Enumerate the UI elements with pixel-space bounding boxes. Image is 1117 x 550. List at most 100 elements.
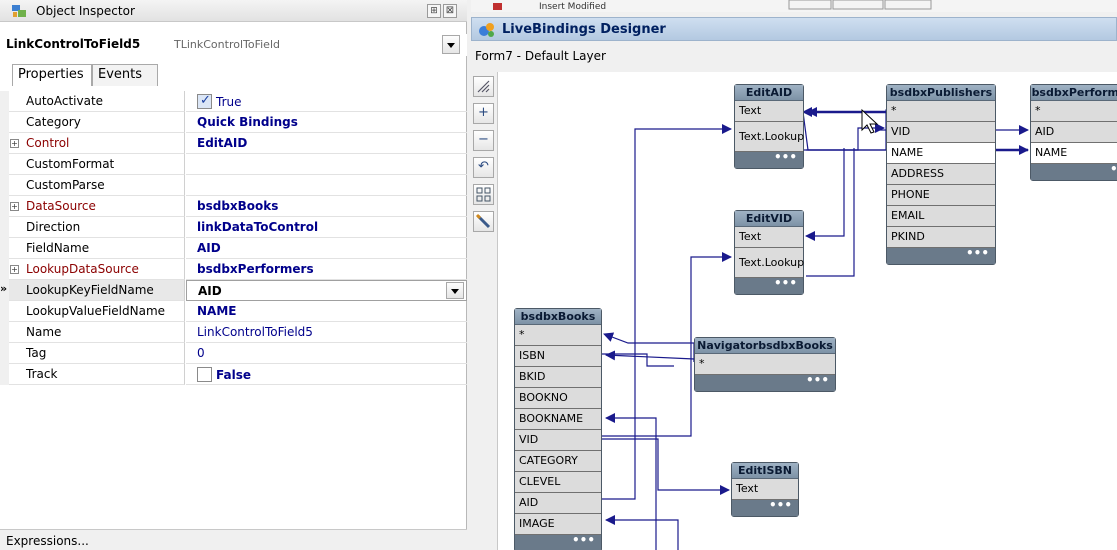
node-field[interactable]: EMAIL <box>887 206 995 227</box>
close-icon[interactable]: ⊠ <box>443 4 457 18</box>
link-to-bookname[interactable] <box>605 413 657 550</box>
checkbox-unchecked[interactable] <box>197 367 212 382</box>
node-navigatorbsdbxbooks[interactable]: NavigatorbsdbxBooks * ••• <box>694 337 836 392</box>
property-value[interactable] <box>186 154 467 175</box>
node-field[interactable]: NAME <box>887 143 995 164</box>
property-value[interactable]: ✓ True <box>186 91 467 112</box>
property-row-control[interactable]: + Control EditAID <box>0 133 467 154</box>
component-dropdown-button[interactable] <box>442 35 460 54</box>
property-value[interactable]: bsdbxPerformers <box>186 259 467 280</box>
node-field-textlookup[interactable]: Text.Lookup <box>735 248 804 278</box>
node-field[interactable]: ISBN <box>515 346 601 367</box>
node-field[interactable]: BOOKNO <box>515 388 601 409</box>
property-value[interactable]: LinkControlToField5 <box>186 322 467 343</box>
node-field[interactable]: * <box>887 101 995 122</box>
node-field[interactable]: CLEVEL <box>515 472 601 493</box>
node-field[interactable]: * <box>695 354 835 375</box>
node-menu-button[interactable]: ••• <box>515 534 601 550</box>
link-editvid-lookup[interactable] <box>806 148 855 277</box>
property-name: + Control <box>9 133 185 154</box>
node-title: EditVID <box>735 211 803 227</box>
node-menu-button[interactable]: ••• <box>887 247 995 264</box>
property-row-fieldname[interactable]: FieldName AID <box>0 238 467 259</box>
node-field[interactable]: VID <box>887 122 995 143</box>
property-name: Tag <box>9 343 185 364</box>
property-row-tag[interactable]: Tag 0 <box>0 343 467 364</box>
property-value[interactable]: linkDataToControl <box>186 217 467 238</box>
link-to-editvid-text[interactable] <box>805 148 845 241</box>
property-row-name[interactable]: Name LinkControlToField5 <box>0 322 467 343</box>
tab-events[interactable]: Events <box>92 64 158 86</box>
designer-canvas[interactable]: EditAID Text Text.Lookup ••• EditVID Tex… <box>497 72 1117 550</box>
node-field-text[interactable]: Text <box>735 101 803 122</box>
property-value[interactable]: NAME <box>186 301 467 322</box>
property-value[interactable]: Quick Bindings <box>186 112 467 133</box>
expand-icon[interactable]: + <box>10 139 19 148</box>
node-editvid[interactable]: EditVID Text Text.Lookup ••• <box>734 210 804 295</box>
node-editisbn[interactable]: EditISBN Text ••• <box>731 462 799 517</box>
property-name: Name <box>9 322 185 343</box>
property-row-lookupkeyfieldname[interactable]: » LookupKeyFieldName AID <box>0 280 467 301</box>
checkbox-checked[interactable]: ✓ <box>197 93 212 109</box>
wizard-icon[interactable] <box>473 211 494 232</box>
zoom-fit-icon[interactable] <box>473 76 494 97</box>
property-row-track[interactable]: Track False <box>0 364 467 385</box>
pin-icon[interactable]: ⊞ <box>427 4 441 18</box>
node-bsdbxpublishers[interactable]: bsdbxPublishers * VID NAME ADDRESS PHONE… <box>886 84 996 265</box>
link-navigator-to-isbn[interactable] <box>605 350 695 362</box>
node-field[interactable]: AID <box>1031 122 1117 143</box>
node-bsdbxperformers[interactable]: bsdbxPerformers * AID NAME ••• <box>1030 84 1117 181</box>
expressions-link[interactable]: Expressions... <box>0 529 467 550</box>
node-menu-button[interactable]: ••• <box>1031 163 1117 180</box>
node-field-text[interactable]: Text <box>735 227 803 248</box>
node-field[interactable]: PKIND <box>887 227 995 248</box>
node-field[interactable]: VID <box>515 430 601 451</box>
property-row-category[interactable]: Category Quick Bindings <box>0 112 467 133</box>
property-row-autoactivate[interactable]: AutoActivate ✓ True <box>0 91 467 112</box>
node-field-textlookup[interactable]: Text.Lookup <box>735 122 804 152</box>
property-value[interactable]: bsdbxBooks <box>186 196 467 217</box>
node-field[interactable]: CATEGORY <box>515 451 601 472</box>
layout-icon[interactable] <box>473 184 494 205</box>
property-value[interactable]: AID <box>186 238 467 259</box>
property-row-direction[interactable]: Direction linkDataToControl <box>0 217 467 238</box>
expand-icon[interactable]: + <box>10 202 19 211</box>
node-menu-button[interactable]: ••• <box>735 277 803 294</box>
node-field[interactable]: BKID <box>515 367 601 388</box>
property-dropdown-button[interactable] <box>446 282 464 299</box>
link-to-image[interactable] <box>605 515 679 550</box>
property-row-lookupdatasource[interactable]: + LookupDataSource bsdbxPerformers <box>0 259 467 280</box>
undo-icon[interactable]: ↶ <box>473 157 494 178</box>
node-field[interactable]: PHONE <box>887 185 995 206</box>
node-field[interactable]: AID <box>515 493 601 514</box>
node-field[interactable]: BOOKNAME <box>515 409 601 430</box>
zoom-out-icon[interactable]: − <box>473 130 494 151</box>
property-row-datasource[interactable]: + DataSource bsdbxBooks <box>0 196 467 217</box>
node-field[interactable]: NAME <box>1031 143 1117 164</box>
node-menu-button[interactable]: ••• <box>735 151 803 168</box>
tab-properties[interactable]: Properties <box>12 64 92 86</box>
property-value[interactable]: EditAID <box>186 133 467 154</box>
property-value[interactable]: False <box>186 364 467 385</box>
node-field[interactable]: * <box>1031 101 1117 122</box>
node-field[interactable]: * <box>515 325 601 346</box>
node-bsdbxbooks[interactable]: bsdbxBooks * ISBN BKID BOOKNO BOOKNAME V… <box>514 308 602 550</box>
expand-icon[interactable]: + <box>10 265 19 274</box>
property-value[interactable]: 0 <box>186 343 467 364</box>
zoom-in-icon[interactable]: + <box>473 103 494 124</box>
node-menu-button[interactable]: ••• <box>732 499 798 516</box>
link-aid-to-editaid[interactable] <box>602 124 732 500</box>
component-selector[interactable]: LinkControlToField5 TLinkControlToField <box>0 34 467 56</box>
node-menu-button[interactable]: ••• <box>695 374 835 391</box>
livebindings-designer-panel: Insert Modified LiveBindings Designer Fo… <box>471 0 1117 550</box>
property-row-customformat[interactable]: CustomFormat <box>0 154 467 175</box>
node-field-text[interactable]: Text <box>732 479 798 500</box>
node-editaid[interactable]: EditAID Text Text.Lookup ••• <box>734 84 804 169</box>
property-row-lookupvaluefieldname[interactable]: LookupValueFieldName NAME <box>0 301 467 322</box>
node-field[interactable]: IMAGE <box>515 514 601 535</box>
node-field[interactable]: ADDRESS <box>887 164 995 185</box>
property-value[interactable] <box>186 175 467 196</box>
property-row-customparse[interactable]: CustomParse <box>0 175 467 196</box>
link-isbn-to-editisbn[interactable] <box>602 438 730 495</box>
property-value-editor[interactable]: AID <box>186 280 467 301</box>
